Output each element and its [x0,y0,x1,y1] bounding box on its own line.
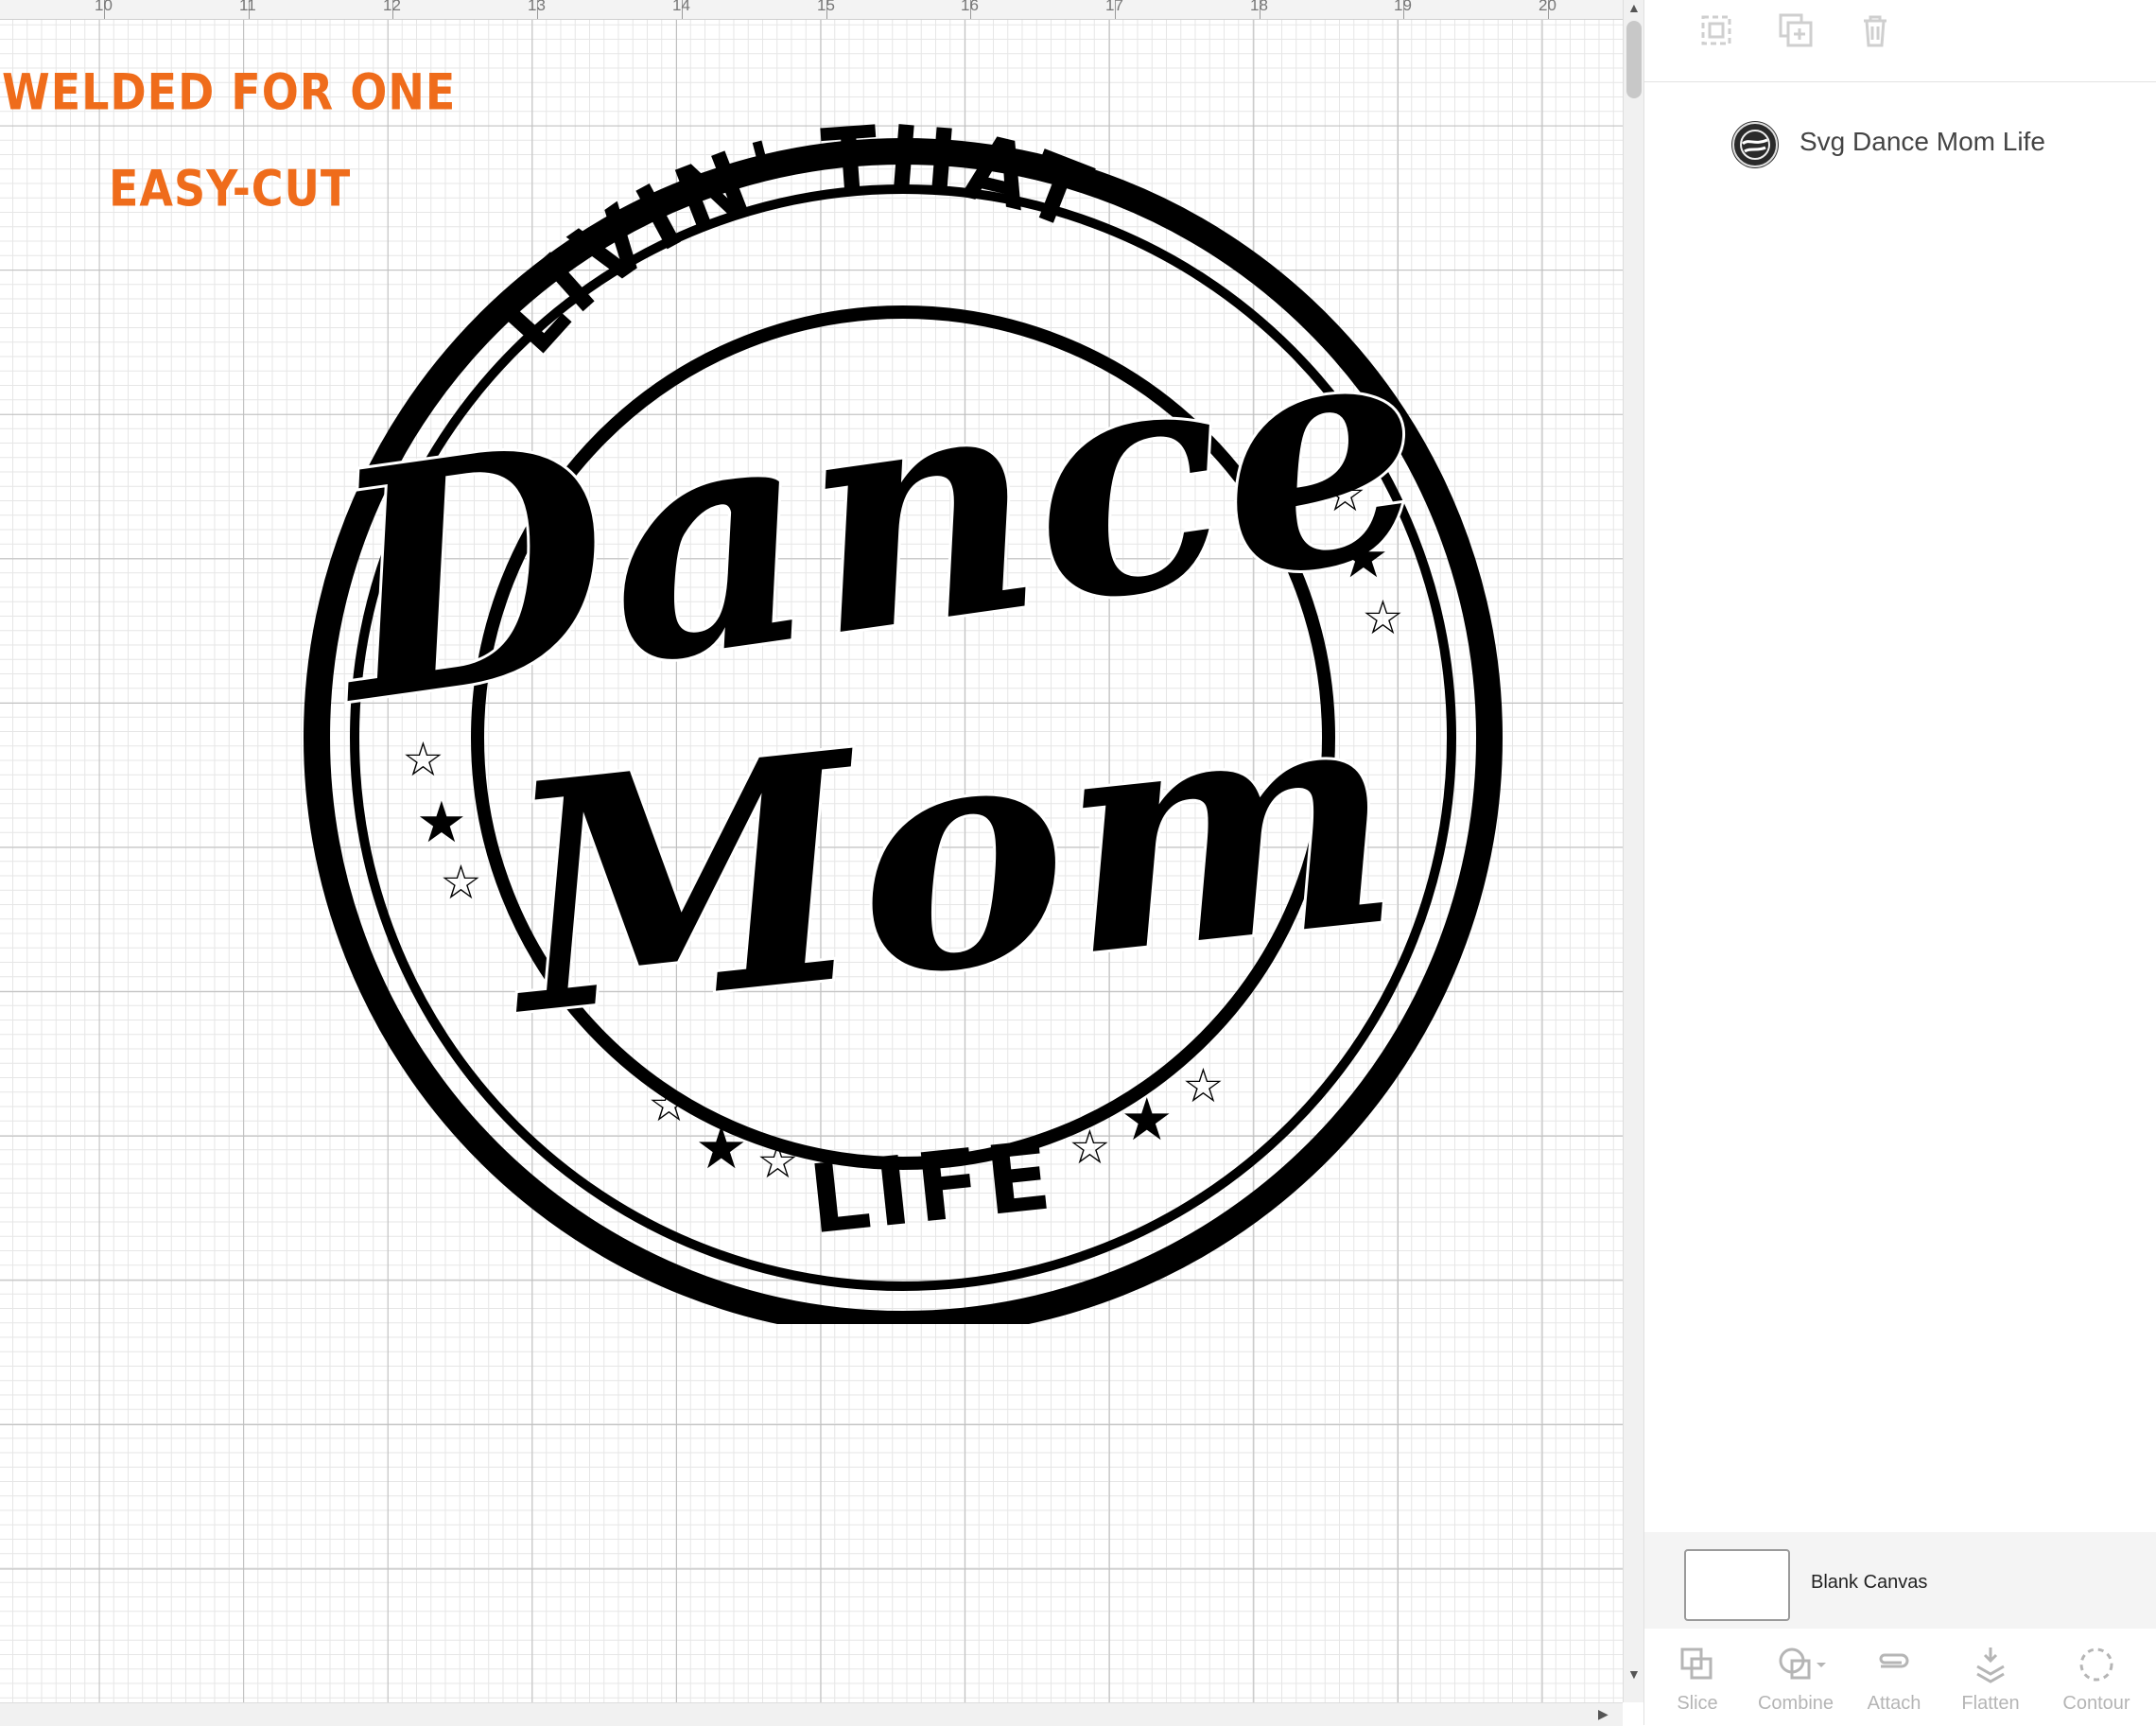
combine-label: Combine [1757,1693,1834,1714]
vertical-scrollbar[interactable]: ▲ ▼ [1623,0,1644,1702]
ruler-label: 15 [817,0,835,14]
ruler-label: 10 [95,0,113,14]
ruler-label: 16 [961,0,979,14]
attach-label: Attach [1867,1693,1921,1714]
scroll-down-icon[interactable]: ▼ [1627,1666,1641,1682]
layer-thumbnail [1731,121,1779,168]
blank-canvas-swatch[interactable] [1684,1549,1790,1621]
layer-name[interactable]: Svg Dance Mom Life [1800,127,2045,157]
layers-toolbar [1644,0,2156,82]
svg-text:☆: ☆ [402,732,444,787]
dance-mom-design[interactable]: LIVIN' THAT Dance Mom LIFE ☆ ★ ☆ ☆ ★ ☆ ☆… [189,57,1579,1324]
bottom-toolbar: Slice Combine Attach Flatten Contour [1644,1629,2156,1725]
layer-item[interactable]: Svg Dance Mom Life [1644,113,2156,174]
attach-button[interactable]: Attach [1847,1629,1941,1725]
slice-button[interactable]: Slice [1650,1629,1745,1725]
slice-label: Slice [1677,1693,1718,1714]
svg-text:☆: ☆ [1362,590,1404,645]
scroll-right-icon[interactable]: ▶ [1598,1706,1608,1722]
svg-text:☆: ☆ [1324,467,1366,522]
ruler-label: 14 [672,0,690,14]
contour-button[interactable]: Contour [2049,1629,2144,1725]
svg-text:★: ★ [1338,525,1389,591]
contour-label: Contour [2062,1693,2130,1714]
ruler-label: 17 [1105,0,1123,14]
ruler-label: 13 [528,0,546,14]
ruler-label: 20 [1539,0,1556,14]
scroll-up-icon[interactable]: ▲ [1627,0,1641,15]
ruler-label: 18 [1250,0,1268,14]
horizontal-ruler: 10 11 12 13 14 15 16 17 18 19 20 [0,0,1623,20]
delete-icon[interactable] [1856,11,1894,49]
duplicate-icon[interactable] [1777,11,1815,49]
attach-icon [1879,1653,1909,1668]
flatten-label: Flatten [1961,1693,2020,1714]
svg-text:☆: ☆ [1182,1058,1225,1113]
design-canvas[interactable]: 10 11 12 13 14 15 16 17 18 19 20 WELDED … [0,0,1623,1702]
horizontal-scrollbar[interactable]: ▶ [0,1702,1623,1726]
group-icon[interactable] [1697,11,1735,49]
svg-text:☆: ☆ [1069,1120,1111,1175]
ruler-label: 19 [1394,0,1412,14]
svg-text:☆: ☆ [756,1134,799,1189]
combine-icon [1779,1648,1826,1680]
ruler-label: 11 [239,0,256,14]
blank-canvas-label: Blank Canvas [1811,1572,1928,1593]
svg-text:★: ★ [695,1113,748,1182]
scroll-thumb[interactable] [1626,21,1642,98]
ruler-label: 12 [383,0,401,14]
svg-text:★: ★ [416,790,467,856]
svg-text:☆: ☆ [648,1077,690,1132]
combine-button[interactable]: Combine [1748,1629,1843,1725]
slice-icon [1680,1648,1713,1680]
contour-icon [2079,1648,2113,1682]
canvas-background-row[interactable]: Blank Canvas [1644,1532,2156,1629]
flatten-button[interactable]: Flatten [1943,1629,2038,1725]
layers-panel: Svg Dance Mom Life Blank Canvas Slice Co… [1643,0,2156,1725]
svg-text:☆: ☆ [440,855,482,910]
flatten-icon [1976,1648,2005,1683]
bottom-life-text: LIFE [804,1120,1061,1256]
svg-text:★: ★ [1121,1085,1174,1154]
